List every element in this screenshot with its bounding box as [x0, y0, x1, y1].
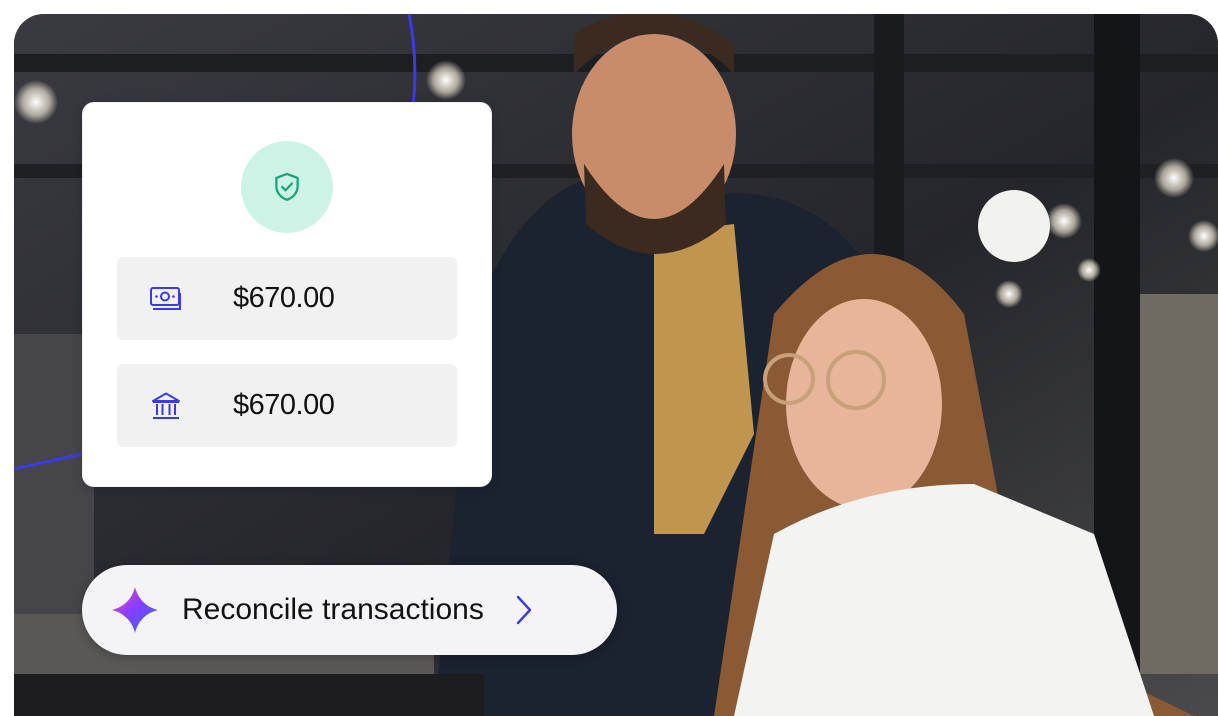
cash-amount-row: $670.00: [117, 257, 457, 340]
ai-sparkle-icon: [112, 587, 158, 633]
chevron-right-icon: [516, 595, 532, 625]
bank-amount: $670.00: [233, 389, 335, 421]
reconcile-transactions-label: Reconcile transactions: [182, 593, 484, 626]
reconciliation-card: $670.00 $670.00: [82, 102, 492, 487]
bank-amount-row: $670.00: [117, 364, 457, 447]
cash-amount: $670.00: [233, 282, 335, 314]
cash-icon: [149, 282, 183, 316]
verified-badge: [241, 141, 333, 233]
shield-check-icon: [275, 172, 299, 201]
reconcile-transactions-button[interactable]: Reconcile transactions: [82, 565, 617, 655]
bank-icon: [149, 389, 183, 423]
